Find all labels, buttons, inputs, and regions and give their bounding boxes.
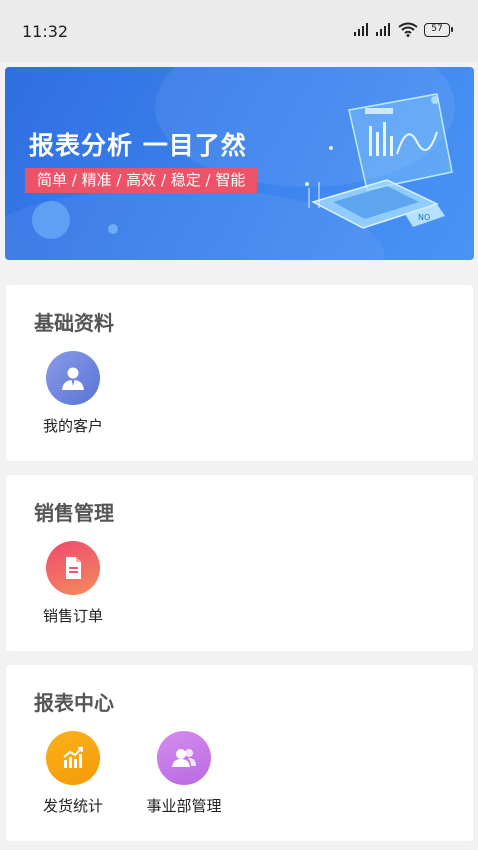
banner-decoration: [108, 224, 118, 234]
bar-chart-icon: [46, 731, 100, 785]
group-icon: [157, 731, 211, 785]
promo-banner[interactable]: 报表分析 一目了然 简单 / 精准 / 高效 / 稳定 / 智能 NO: [5, 67, 474, 260]
svg-text:NO: NO: [418, 213, 430, 222]
wifi-icon: [398, 22, 418, 37]
signal-icon-2: [376, 23, 392, 36]
section-sales-management: 销售管理 销售订单: [6, 475, 473, 651]
menu-item-shipping-statistics[interactable]: 发货统计: [28, 731, 118, 816]
section-basic-data: 基础资料 我的客户: [6, 285, 473, 461]
status-icons: 57: [354, 22, 453, 37]
banner-title: 报表分析 一目了然: [29, 131, 247, 160]
customer-icon: [46, 351, 100, 405]
menu-item-division-management[interactable]: 事业部管理: [139, 731, 229, 816]
status-bar: 11:32 57: [0, 0, 478, 62]
menu-item-label: 事业部管理: [146, 797, 222, 815]
section-report-center: 报表中心 发货统计 事业部管理: [6, 665, 473, 841]
order-document-icon: [46, 541, 100, 595]
menu-item-label: 我的客户: [42, 417, 103, 435]
section-title: 销售管理: [34, 501, 114, 525]
menu-item-sales-orders[interactable]: 销售订单: [28, 541, 118, 626]
menu-item-my-customers[interactable]: 我的客户: [28, 351, 118, 436]
analytics-illustration: NO: [305, 93, 453, 229]
section-title: 基础资料: [34, 311, 114, 335]
banner-decoration: [32, 201, 70, 239]
status-time: 11:32: [22, 22, 69, 41]
section-title: 报表中心: [34, 691, 114, 715]
signal-icon: [354, 23, 370, 36]
banner-subtitle: 简单 / 精准 / 高效 / 稳定 / 智能: [25, 168, 258, 193]
battery-icon: 57: [424, 22, 453, 37]
menu-item-label: 发货统计: [42, 797, 103, 815]
menu-item-label: 销售订单: [42, 607, 103, 625]
